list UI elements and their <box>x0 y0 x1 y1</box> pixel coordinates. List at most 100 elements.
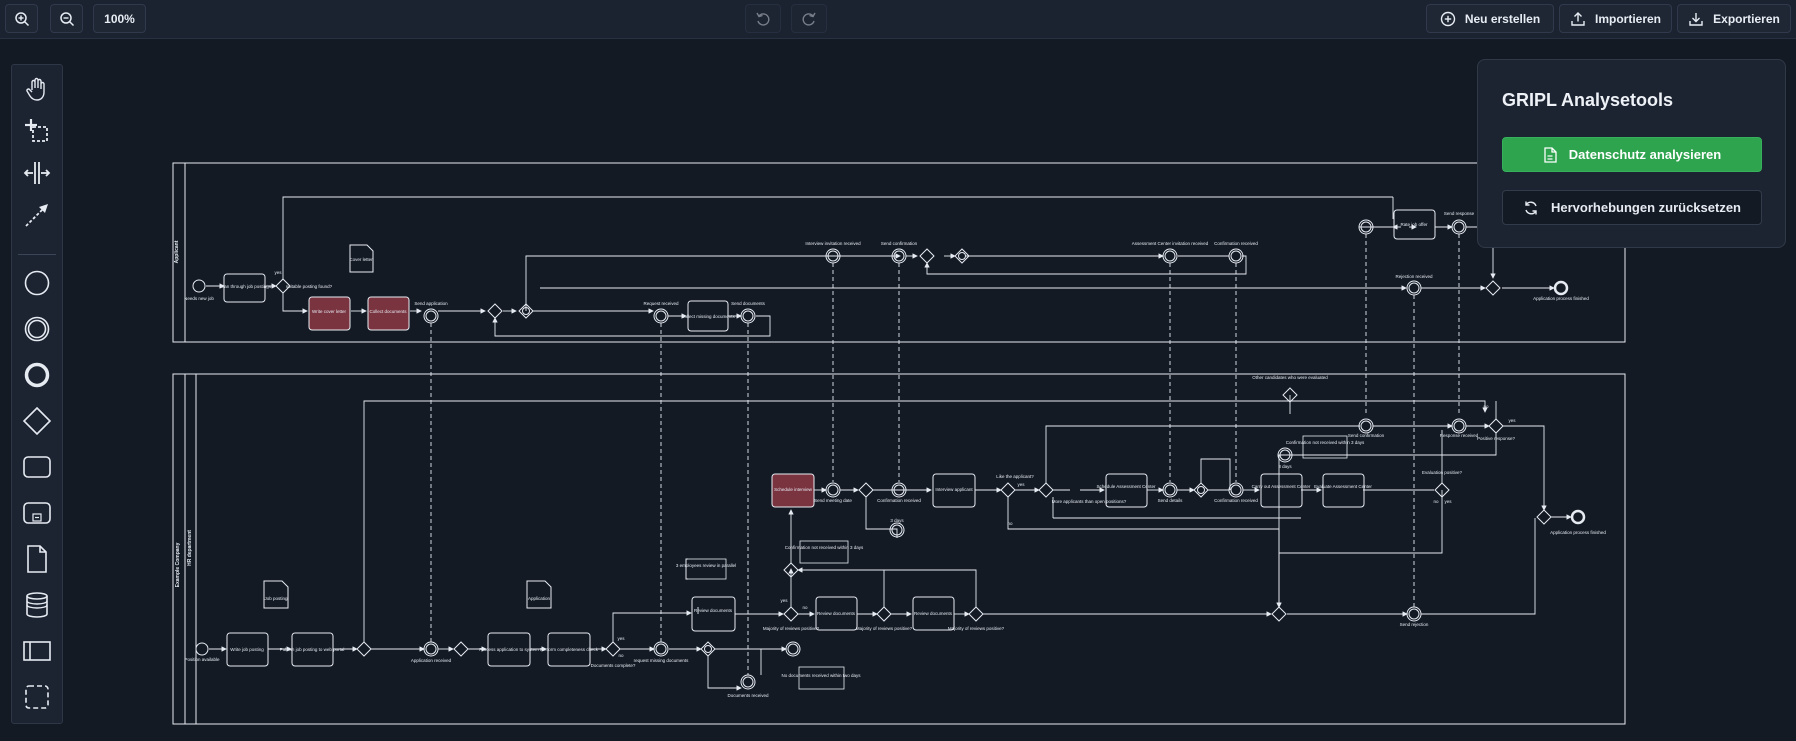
label-documents-received: Documents received <box>727 693 769 698</box>
connect-arrow-icon <box>25 204 48 227</box>
label-send-documents: Send documents <box>731 301 766 306</box>
analysis-panel: GRIPL Analysetools Datenschutz analysier… <box>1477 59 1786 248</box>
zoom-level-button[interactable]: 100% <box>93 4 146 33</box>
label-yes-4: yes <box>1017 482 1025 487</box>
label-yes-1: yes <box>274 270 282 275</box>
label-no-1: no <box>618 653 624 658</box>
label-other-candidates: Other candidates who were evaluated <box>1252 375 1328 380</box>
download-icon <box>1689 12 1703 26</box>
label-application-received: Application received <box>411 658 452 663</box>
undo-icon <box>756 12 770 26</box>
export-label: Exportieren <box>1713 11 1780 26</box>
task-review-documents-1: Review documents <box>694 608 733 613</box>
label-confirmation-received: Confirmation received <box>877 498 921 503</box>
label-send-confirmation: Send confirmation <box>881 241 918 246</box>
zoom-in-button[interactable] <box>5 4 38 33</box>
label-yes-6: yes <box>1508 418 1516 423</box>
label-no-4: no <box>1433 499 1439 504</box>
label-send-response: Send response <box>1444 211 1475 216</box>
analyze-privacy-button[interactable]: Datenschutz analysieren <box>1502 137 1762 172</box>
doc-job-posting: Job posting <box>264 596 288 601</box>
label-no-2: no <box>802 605 808 610</box>
label-confirmation-received-top: Confirmation received <box>1214 241 1258 246</box>
label-position-available: Position available <box>184 657 220 662</box>
label-majority-3: Majority of reviews positive? <box>948 626 1005 631</box>
undo-button[interactable] <box>745 4 781 33</box>
lane-hr-label: HR department <box>187 530 193 566</box>
subprocess-tool[interactable] <box>17 495 57 531</box>
label-majority-2: Majority of reviews positive? <box>856 626 913 631</box>
lasso-tool[interactable] <box>17 113 57 149</box>
global-connect-tool[interactable] <box>17 197 57 233</box>
hand-tool[interactable] <box>17 71 57 107</box>
label-application-finished-bottom: Application process finished <box>1550 530 1606 535</box>
hand-icon <box>26 77 45 101</box>
new-button[interactable]: Neu erstellen <box>1426 4 1554 33</box>
note-no-confirmation: Confirmation not received within 3 days <box>785 545 864 550</box>
label-like-applicant: Like the applicant? <box>996 474 1034 479</box>
label-send-application: Send application <box>414 301 448 306</box>
doc-cover-letter: Cover letter <box>349 257 373 262</box>
data-store-tool[interactable] <box>17 587 57 623</box>
task-completeness-check: Perform completeness check <box>540 647 599 652</box>
label-evaluation-positive: Evaluation positive? <box>1422 470 1463 475</box>
subprocess-icon <box>23 502 51 524</box>
label-more-applicants: More applicants than open positions? <box>1052 499 1127 504</box>
label-three-days-1: 3 days <box>890 518 904 523</box>
label-send-details: Send details <box>1158 498 1184 503</box>
data-store-icon <box>26 592 48 618</box>
zoom-level: 100% <box>104 11 135 26</box>
label-confirmation-received-2: Confirmation received <box>1214 498 1258 503</box>
gateway-icon <box>22 406 52 436</box>
export-button[interactable]: Exportieren <box>1677 4 1791 33</box>
space-tool-icon <box>23 162 51 184</box>
zoom-out-button[interactable] <box>50 4 83 33</box>
redo-button[interactable] <box>791 4 827 33</box>
label-yes-5: yes <box>1444 499 1452 504</box>
zoom-out-icon <box>59 11 74 26</box>
label-request-missing: request missing documents <box>634 658 690 663</box>
palette-divider <box>18 254 56 255</box>
reset-highlights-button[interactable]: Hervorhebungen zurücksetzen <box>1502 190 1762 225</box>
refresh-icon <box>1525 201 1537 214</box>
doc-application: Application <box>528 596 551 601</box>
intermediate-event-tool[interactable] <box>17 311 57 347</box>
space-tool[interactable] <box>17 155 57 191</box>
import-button[interactable]: Importieren <box>1559 4 1672 33</box>
task-carry-out-assessment: Carry out Assessment Center <box>1252 484 1311 489</box>
task-publish-posting: Publish job posting to web portal <box>280 647 345 652</box>
document-icon <box>1544 146 1557 163</box>
task-icon <box>23 456 51 478</box>
task-review-documents-3: Review documents <box>914 611 953 616</box>
panel-title: GRIPL Analysetools <box>1502 90 1674 110</box>
task-interview-applicant: Interview applicant <box>935 487 973 492</box>
analyze-privacy-label: Datenschutz analysieren <box>1568 147 1722 162</box>
end-event-tool[interactable] <box>17 357 57 393</box>
intermediate-event-icon <box>24 316 50 342</box>
zoom-in-icon <box>14 11 29 26</box>
label-positive-response: Positive response? <box>1477 436 1516 441</box>
gateway-tool[interactable] <box>17 403 57 439</box>
end-event-icon <box>24 362 50 388</box>
label-majority-1: Majority of reviews positive? <box>763 626 820 631</box>
task-write-posting: Write job posting <box>230 647 264 652</box>
task-evaluate-assessment: Evaluate Assessment Center <box>1314 484 1372 489</box>
task-process-application: Process application to system <box>479 647 539 652</box>
group-icon <box>25 685 49 709</box>
label-yes-3: yes <box>780 598 788 603</box>
new-label: Neu erstellen <box>1464 11 1541 26</box>
label-application-finished-top: Application process finished <box>1533 296 1589 301</box>
data-object-tool[interactable] <box>17 541 57 577</box>
group-tool[interactable] <box>17 679 57 715</box>
start-event-tool[interactable] <box>17 265 57 301</box>
label-response-received: Response received <box>1440 433 1479 438</box>
task-scan-postings: Scan through job postings <box>219 284 272 289</box>
pool-tool[interactable] <box>17 633 57 669</box>
label-three-days-2: 3 days <box>1278 464 1292 469</box>
task-tool[interactable] <box>17 449 57 485</box>
task-collect-documents: Collect documents <box>369 309 407 314</box>
start-event-icon <box>24 270 50 296</box>
top-toolbar: 100% Neu erstellen Importieren Exportier… <box>0 0 1796 39</box>
task-schedule-interview: Schedule interview <box>774 487 813 492</box>
redo-icon <box>802 12 816 26</box>
